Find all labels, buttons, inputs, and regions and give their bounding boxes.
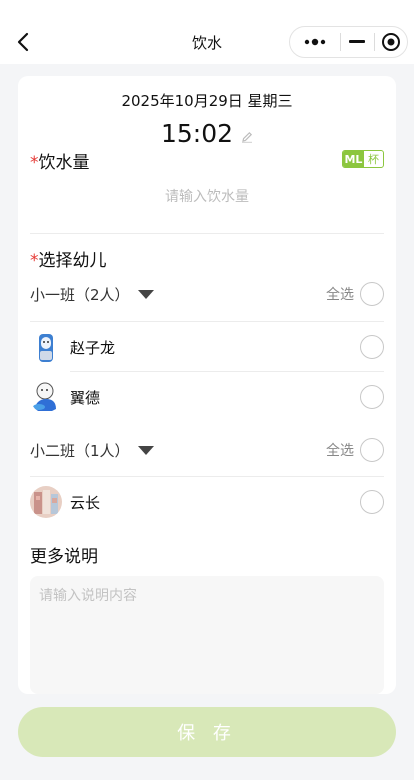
list-item[interactable]: 翼德 bbox=[30, 375, 384, 419]
water-amount-input[interactable] bbox=[30, 182, 384, 212]
select-all-label[interactable]: 全选 bbox=[326, 284, 354, 304]
child-select-radio[interactable] bbox=[360, 335, 384, 359]
more-dots-icon bbox=[304, 38, 326, 46]
class-group-header[interactable]: 小二班（1人） 全选 bbox=[30, 435, 384, 465]
class-group-header[interactable]: 小一班（2人） 全选 bbox=[30, 279, 384, 309]
required-mark: * bbox=[30, 251, 39, 271]
select-all-radio[interactable] bbox=[360, 438, 384, 462]
select-children-label: *选择幼儿 bbox=[30, 246, 107, 271]
select-children-label-text: 选择幼儿 bbox=[38, 251, 107, 271]
more-button[interactable] bbox=[290, 27, 340, 57]
required-mark: * bbox=[30, 153, 39, 173]
child-name: 赵子龙 bbox=[70, 338, 116, 357]
unit-cup-option[interactable]: 杯 bbox=[364, 151, 383, 167]
unit-ml-option[interactable]: ML bbox=[343, 151, 364, 167]
mini-program-capsule bbox=[289, 26, 408, 58]
caret-down-icon[interactable] bbox=[137, 445, 154, 455]
pencil-icon[interactable] bbox=[241, 131, 253, 143]
child-name: 翼德 bbox=[70, 388, 101, 407]
record-date[interactable]: 2025年10月29日 星期三 bbox=[18, 90, 396, 111]
row-divider bbox=[70, 371, 384, 372]
save-button[interactable]: 保 存 bbox=[18, 707, 396, 757]
navigation-bar: 饮水 bbox=[0, 0, 414, 64]
minimize-button[interactable] bbox=[341, 27, 373, 57]
avatar bbox=[30, 381, 62, 413]
child-select-radio[interactable] bbox=[360, 385, 384, 409]
row-divider bbox=[30, 476, 384, 477]
target-close-icon bbox=[381, 33, 400, 51]
minimize-icon bbox=[349, 40, 366, 43]
water-amount-label-text: 饮水量 bbox=[38, 153, 90, 173]
form-card: 2025年10月29日 星期三 15:02 *饮水量 ML 杯 *选择幼儿 小一… bbox=[18, 76, 396, 694]
child-select-radio[interactable] bbox=[360, 490, 384, 514]
list-item[interactable]: 赵子龙 bbox=[30, 325, 384, 369]
water-amount-label: *饮水量 bbox=[30, 148, 90, 173]
notes-textarea[interactable] bbox=[30, 576, 384, 694]
notes-label: 更多说明 bbox=[30, 547, 98, 567]
unit-toggle[interactable]: ML 杯 bbox=[342, 150, 384, 168]
class-name: 小二班（1人） bbox=[30, 441, 130, 460]
child-name: 云长 bbox=[70, 493, 101, 512]
list-item[interactable]: 云长 bbox=[30, 480, 384, 524]
row-divider bbox=[30, 321, 384, 322]
caret-down-icon[interactable] bbox=[137, 289, 154, 299]
time-row[interactable]: 15:02 bbox=[18, 116, 396, 150]
avatar bbox=[30, 486, 62, 518]
section-divider bbox=[30, 233, 384, 234]
class-name: 小一班（2人） bbox=[30, 285, 130, 304]
select-all-radio[interactable] bbox=[360, 282, 384, 306]
close-button[interactable] bbox=[375, 27, 407, 57]
avatar bbox=[30, 331, 62, 363]
record-time[interactable]: 15:02 bbox=[161, 119, 233, 148]
select-all-label[interactable]: 全选 bbox=[326, 440, 354, 460]
